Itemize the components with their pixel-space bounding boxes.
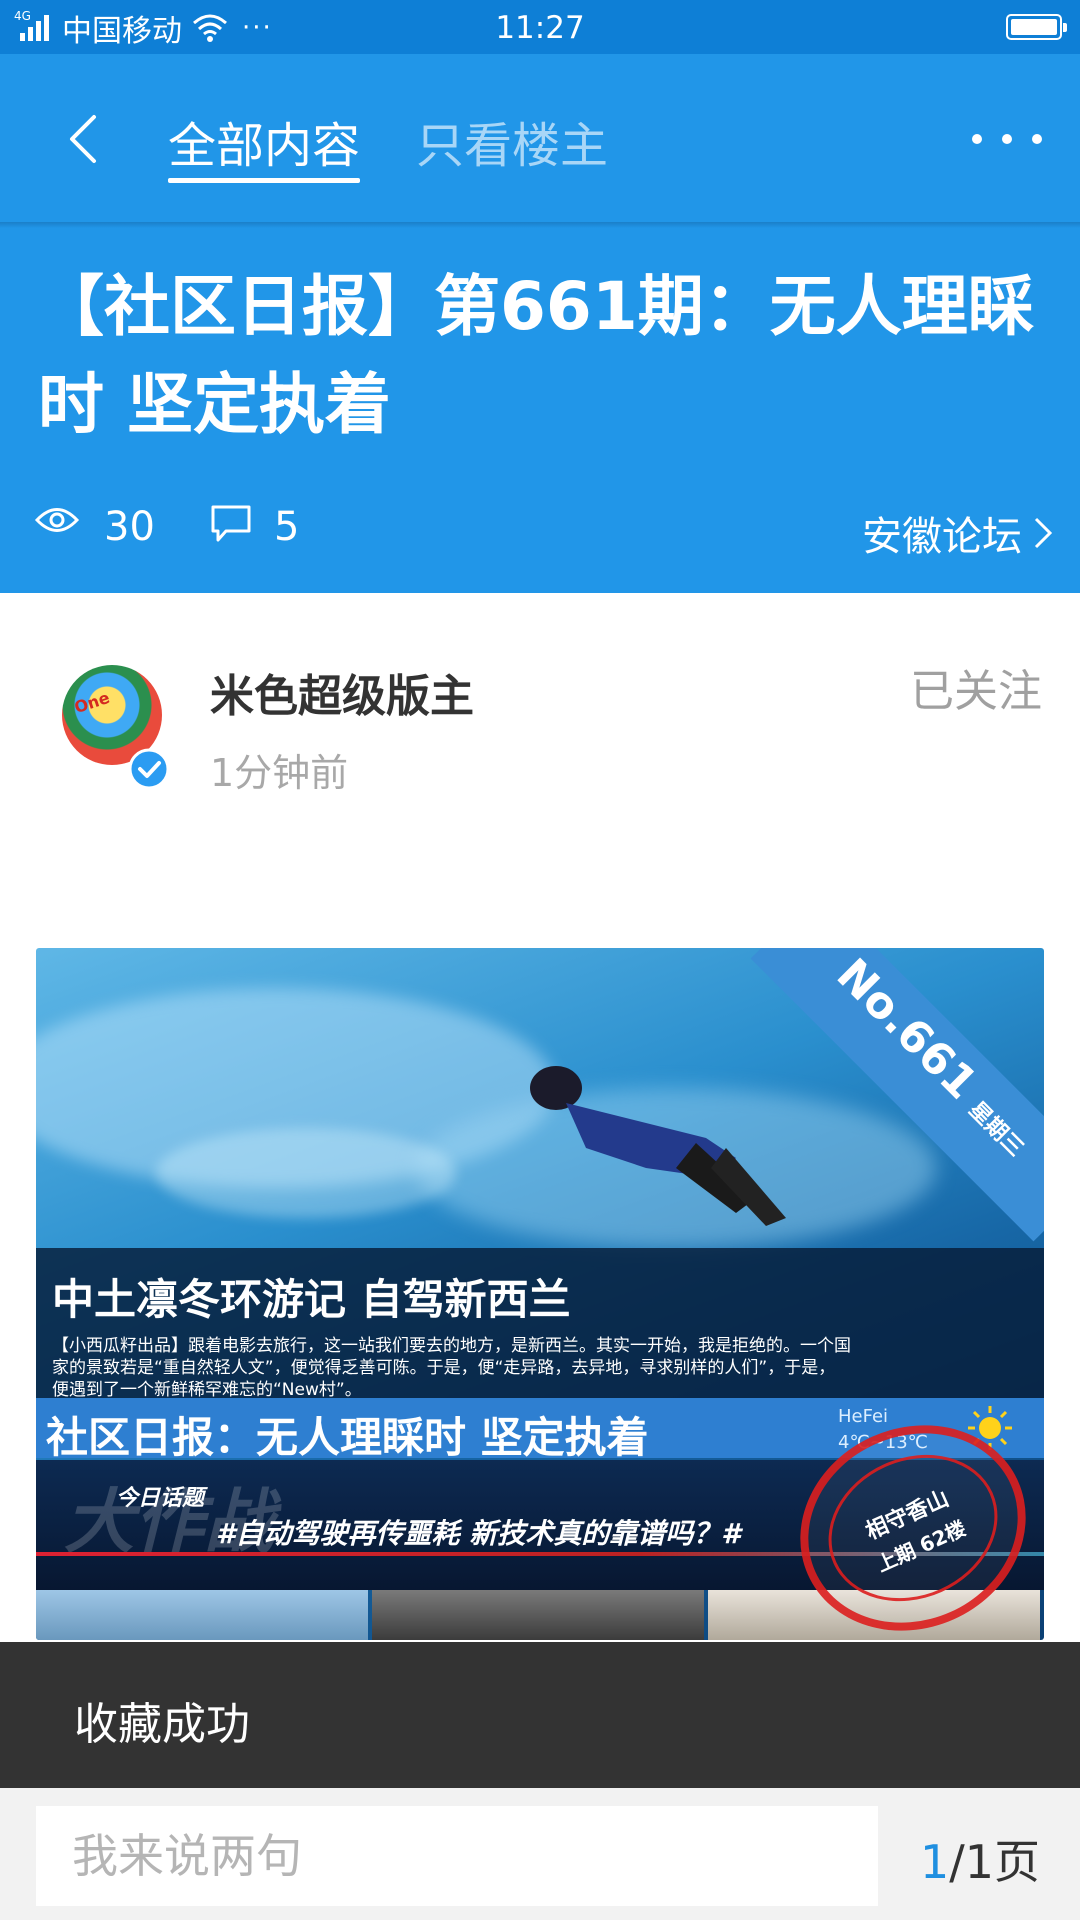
tab-all-label: 全部内容	[168, 118, 361, 174]
forum-link[interactable]: 安徽论坛	[862, 504, 1054, 562]
comment-bubble-icon	[211, 505, 251, 542]
caption-text: 【小西瓜籽出品】跟着电影去旅行，这一站我们要去的地方，是新西兰。其实一开始，我是…	[52, 1336, 851, 1400]
toast-message: 收藏成功	[0, 1642, 1080, 1788]
tab-owner-only[interactable]: 只看楼主	[416, 106, 608, 176]
post-banner-image[interactable]: No.661 星期三 中土凛冬环游记 自驾新西兰 【小西瓜籽出品】跟着电影去旅行…	[36, 948, 1044, 1640]
ice-cave-highlight	[156, 1128, 456, 1218]
page-total: /1页	[949, 1835, 1040, 1889]
nav-bar: 全部内容 只看楼主	[0, 54, 1080, 222]
forum-name: 安徽论坛	[862, 514, 1022, 560]
weather-city: HeFei	[838, 1406, 889, 1427]
post-header: 【社区日报】第661期：无人理睬时 坚定执着 30 5 安徽论坛	[0, 228, 1080, 593]
thumbnail-sky	[36, 1590, 368, 1640]
issue-number: No.661	[826, 949, 987, 1110]
banner-caption: 中土凛冬环游记 自驾新西兰 【小西瓜籽出品】跟着电影去旅行，这一站我们要去的地方…	[36, 1248, 1044, 1400]
battery-icon	[1006, 14, 1067, 40]
views-count: 30	[104, 504, 155, 550]
post-title: 【社区日报】第661期：无人理睬时 坚定执着	[38, 268, 1034, 443]
status-time: 11:27	[495, 10, 585, 46]
topic-label: 今日话题	[116, 1486, 205, 1511]
back-arrow-icon[interactable]	[60, 109, 110, 169]
issue-day: 星期三	[963, 1097, 1029, 1162]
active-tab-indicator	[168, 178, 361, 183]
more-icon[interactable]	[972, 134, 1042, 154]
verified-check-icon	[128, 748, 170, 790]
page-indicator[interactable]: 1/1页	[920, 1826, 1040, 1892]
status-bar: 4G 中国移动 ··· 11:27	[0, 0, 1080, 54]
avatar-logo-text: One	[71, 687, 112, 718]
bottom-bar: 1/1页	[0, 1788, 1080, 1920]
strip-title: 社区日报：无人理睬时 坚定执着	[46, 1413, 649, 1462]
caption-title: 中土凛冬环游记 自驾新西兰	[52, 1275, 571, 1324]
climber-figure	[530, 1066, 786, 1226]
page-current: 1	[919, 1835, 950, 1889]
chevron-right-icon	[1034, 517, 1053, 549]
comment-input[interactable]	[36, 1806, 878, 1906]
comments-count: 5	[274, 504, 300, 550]
author-name[interactable]: 米色超级版主	[210, 660, 474, 724]
tab-all-content[interactable]: 全部内容	[168, 106, 361, 183]
post-time: 1分钟前	[210, 751, 349, 795]
thumbnail-car	[372, 1590, 704, 1640]
follow-button[interactable]: 已关注	[910, 655, 1042, 719]
topic-text: #自动驾驶再传噩耗 新技术真的靠谱吗？#	[216, 1517, 741, 1550]
eye-icon	[34, 508, 80, 532]
